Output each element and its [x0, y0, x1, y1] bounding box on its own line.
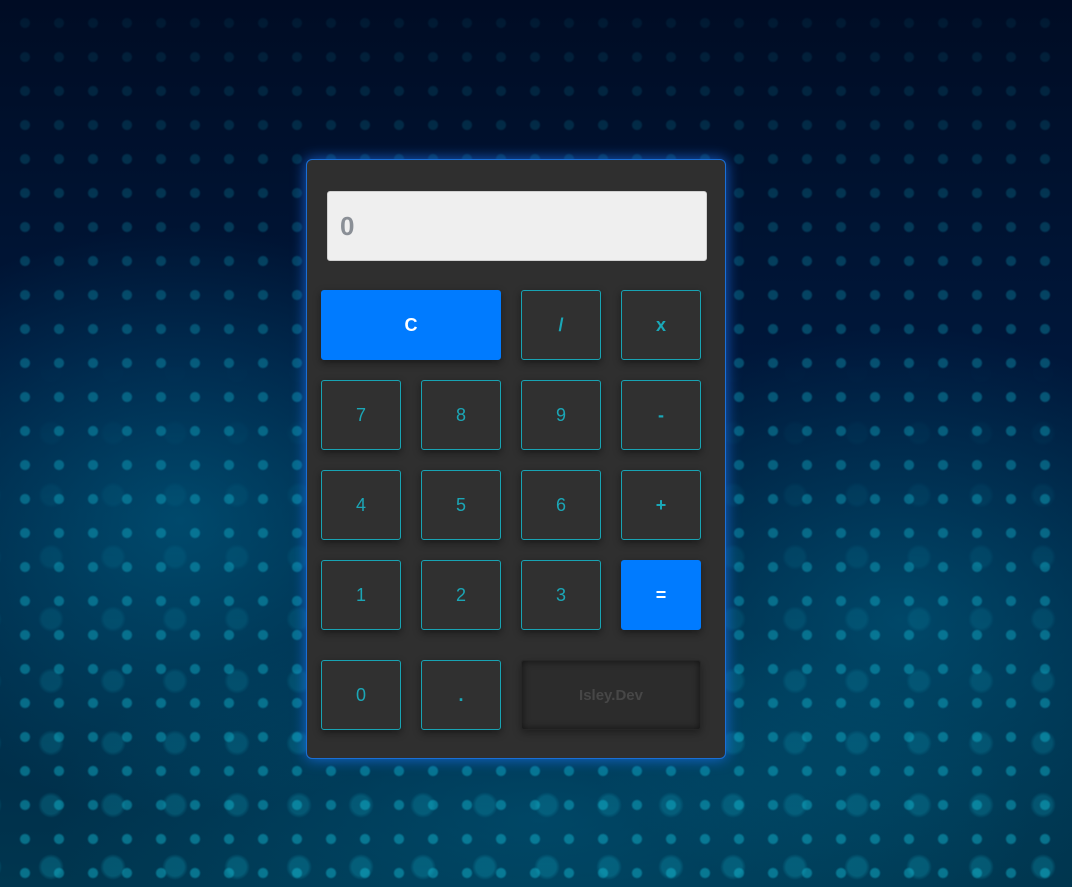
digit-1-button[interactable]: 1	[321, 560, 401, 630]
calculator-display[interactable]	[327, 191, 707, 261]
multiply-button[interactable]: x	[621, 290, 701, 360]
digit-3-button[interactable]: 3	[521, 560, 601, 630]
signature-label: Isley.Dev	[521, 660, 701, 730]
calculator-panel: C / x 7 8 9 - 4 5 6 + 1 2 3 = 0 . Isley.…	[306, 159, 726, 759]
subtract-button[interactable]: -	[621, 380, 701, 450]
digit-0-button[interactable]: 0	[321, 660, 401, 730]
add-button[interactable]: +	[621, 470, 701, 540]
digit-9-button[interactable]: 9	[521, 380, 601, 450]
digit-7-button[interactable]: 7	[321, 380, 401, 450]
digit-8-button[interactable]: 8	[421, 380, 501, 450]
equals-button[interactable]: =	[621, 560, 701, 630]
digit-5-button[interactable]: 5	[421, 470, 501, 540]
decimal-button[interactable]: .	[421, 660, 501, 730]
digit-2-button[interactable]: 2	[421, 560, 501, 630]
digit-4-button[interactable]: 4	[321, 470, 401, 540]
divide-button[interactable]: /	[521, 290, 601, 360]
clear-button[interactable]: C	[321, 290, 501, 360]
digit-6-button[interactable]: 6	[521, 470, 601, 540]
